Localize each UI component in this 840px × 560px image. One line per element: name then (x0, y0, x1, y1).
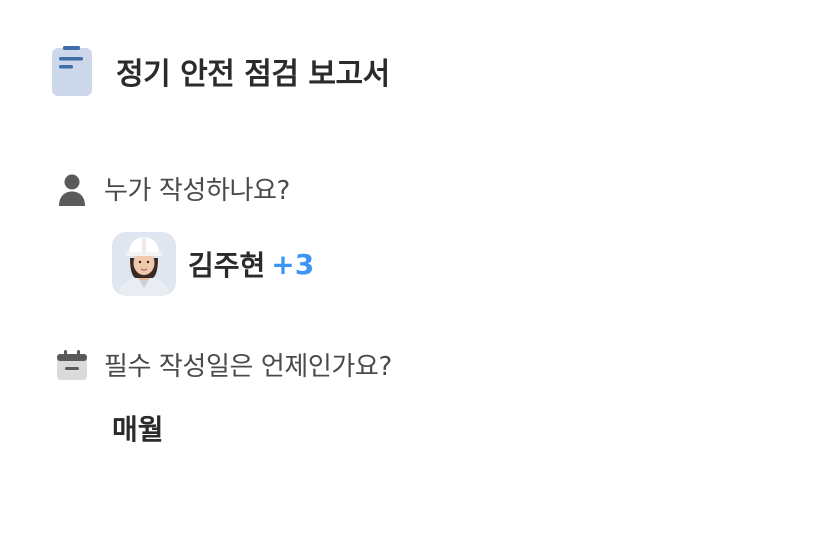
person-icon (59, 174, 85, 206)
due-frequency-value: 매월 (112, 413, 164, 446)
writer-list[interactable]: 김주현 +3 (112, 232, 314, 296)
writers-section-header: 누가 작성하나요? (56, 170, 290, 207)
report-header: 정기 안전 점검 보고서 (52, 46, 390, 96)
additional-writers-count[interactable]: +3 (271, 248, 314, 281)
calendar-icon (57, 349, 87, 380)
writers-question: 누가 작성하나요? (104, 176, 290, 206)
avatar[interactable] (112, 232, 176, 296)
document-icon (52, 46, 92, 96)
writer-name: 김주현 (188, 249, 266, 282)
page-title: 정기 안전 점검 보고서 (116, 57, 390, 92)
writers-section: 누가 작성하나요? (56, 170, 290, 207)
due-section: 필수 작성일은 언제인가요? (56, 346, 392, 383)
due-section-header: 필수 작성일은 언제인가요? (56, 346, 392, 383)
due-question: 필수 작성일은 언제인가요? (104, 352, 392, 382)
